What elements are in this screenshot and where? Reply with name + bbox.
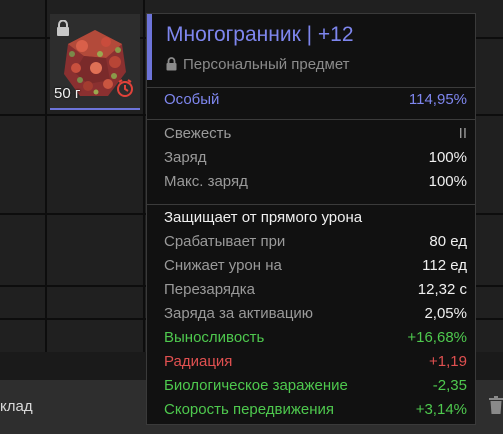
basic-stats-section: Свежесть II Заряд 100% Макс. заряд 100% bbox=[147, 119, 475, 194]
stat-row: Перезарядка 12,32 с bbox=[147, 278, 475, 302]
stat-value: 2,05% bbox=[424, 305, 467, 322]
modifier-row: Скорость передвижения +3,14% bbox=[147, 398, 475, 422]
modifier-value: +16,68% bbox=[407, 329, 467, 346]
modifier-row: Радиация +1,19 bbox=[147, 350, 475, 374]
stat-row: Макс. заряд 100% bbox=[147, 170, 475, 194]
item-subtitle: Персональный предмет bbox=[166, 56, 350, 75]
modifier-value: +1,19 bbox=[429, 353, 467, 370]
modifier-row: Биологическое заражение -2,35 bbox=[147, 374, 475, 398]
stat-row: Заряд 100% bbox=[147, 146, 475, 170]
stat-row: Срабатывает при 80 ед bbox=[147, 230, 475, 254]
stat-row: Заряда за активацию 2,05% bbox=[147, 302, 475, 326]
stat-label: Свежесть bbox=[164, 125, 232, 142]
modifier-label: Радиация bbox=[164, 353, 233, 370]
subtitle-text: Персональный предмет bbox=[183, 56, 350, 73]
stat-label: Макс. заряд bbox=[164, 173, 248, 190]
stat-row: Свежесть II bbox=[147, 122, 475, 146]
rarity-section: Особый 114,95% bbox=[147, 87, 475, 112]
stat-label: Заряда за активацию bbox=[164, 305, 314, 322]
inventory-slot-artifact[interactable]: 50 г bbox=[50, 14, 140, 110]
stat-label: Заряд bbox=[164, 149, 207, 166]
stat-label: Перезарядка bbox=[164, 281, 255, 298]
modifier-label: Биологическое заражение bbox=[164, 377, 348, 394]
modifier-label: Скорость передвижения bbox=[164, 401, 335, 418]
stat-label: Срабатывает при bbox=[164, 233, 286, 250]
stat-value: 100% bbox=[428, 173, 467, 190]
modifier-label: Выносливость bbox=[164, 329, 265, 346]
stat-row: Снижает урон на 112 ед bbox=[147, 254, 475, 278]
stat-label: Снижает урон на bbox=[164, 257, 282, 274]
stat-value: II bbox=[458, 125, 467, 142]
rarity-value: 114,95% bbox=[408, 91, 467, 108]
stat-value: 12,32 с bbox=[417, 281, 467, 298]
effect-heading-row: Защищает от прямого урона bbox=[147, 206, 475, 230]
effect-heading: Защищает от прямого урона bbox=[164, 209, 363, 226]
stat-value: 100% bbox=[428, 149, 467, 166]
stat-value: 112 ед bbox=[422, 257, 467, 274]
modifier-row: Выносливость +16,68% bbox=[147, 326, 475, 350]
item-quantity: 50 г bbox=[54, 85, 81, 102]
stash-label: клад bbox=[0, 398, 33, 415]
lock-icon bbox=[166, 57, 177, 75]
rarity-label: Особый bbox=[164, 91, 220, 108]
modifier-value: -2,35 bbox=[432, 377, 467, 394]
trash-icon[interactable] bbox=[489, 396, 503, 419]
item-tooltip: Многогранник | +12 Персональный предмет … bbox=[146, 13, 476, 425]
modifier-value: +3,14% bbox=[415, 401, 467, 418]
rarity-row: Особый 114,95% bbox=[147, 88, 475, 112]
timer-icon bbox=[116, 79, 134, 102]
rarity-accent-bar bbox=[147, 14, 152, 80]
stat-value: 80 ед bbox=[429, 233, 467, 250]
item-title: Многогранник | +12 bbox=[166, 23, 354, 46]
effects-section: Защищает от прямого урона Срабатывает пр… bbox=[147, 204, 475, 422]
